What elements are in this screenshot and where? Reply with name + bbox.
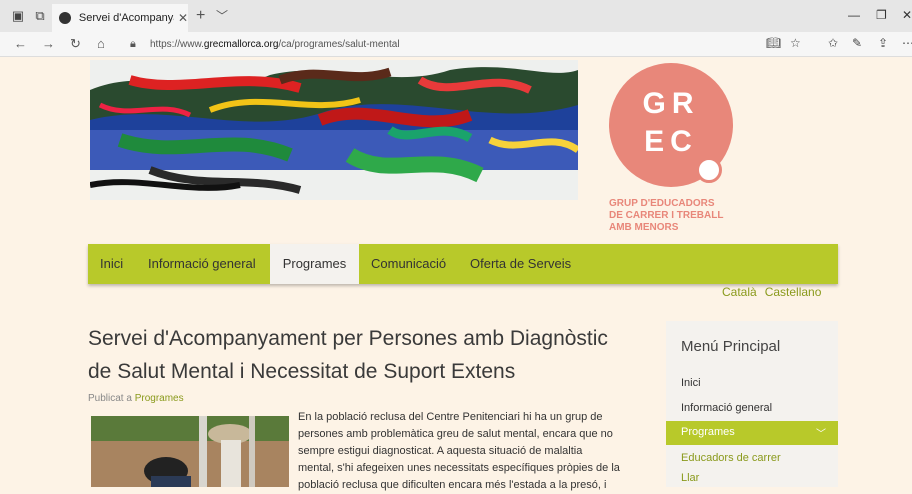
menu-item-inici[interactable]: Inici (100, 244, 123, 284)
chevron-down-icon[interactable]: ﹀ (816, 425, 826, 440)
new-tab-icon[interactable]: + (196, 7, 205, 25)
favorite-star-icon[interactable]: ☆ (790, 36, 801, 50)
reading-view-icon[interactable]: 📖︎ (766, 36, 781, 50)
logo-line-2: EC (644, 125, 698, 158)
chevron-down-icon[interactable]: ﹀ (216, 7, 228, 24)
menu-item-comunicacio[interactable]: Comunicació (371, 244, 446, 284)
browser-tab-bar: ▣ ⧉ Servei d'Acompanyame ✕ + ﹀ — ❐ ✕ (0, 0, 912, 32)
sidebar-title: Menú Principal (681, 338, 781, 355)
tab-title: Servei d'Acompanyame (78, 12, 174, 24)
sidebar-main-menu: Menú Principal Inici Informació general … (666, 321, 838, 487)
sidebar-item-inici[interactable]: Inici (681, 377, 701, 389)
minimize-icon[interactable]: — (848, 8, 860, 22)
site-favicon-icon (59, 12, 71, 24)
logo-dot-icon (696, 157, 722, 183)
menu-item-programes[interactable]: Programes (270, 244, 359, 284)
main-menu: Inici Informació general Programes Comun… (88, 244, 838, 284)
browser-tab[interactable]: Servei d'Acompanyame ✕ (52, 4, 188, 32)
sidebar-item-informacio-general[interactable]: Informació general (681, 402, 772, 414)
close-tab-icon[interactable]: ✕ (178, 11, 188, 25)
lock-icon: 🔒︎ (130, 37, 136, 50)
published-in: Publicat a Programes (88, 393, 184, 404)
set-aside-tabs-icon[interactable]: ⧉ (32, 8, 48, 24)
close-window-icon[interactable]: ✕ (902, 8, 912, 22)
share-icon[interactable]: ⇪ (878, 36, 888, 50)
article-body: En la població reclusa del Centre Penite… (298, 411, 620, 491)
header-banner-painting (90, 60, 578, 200)
language-catala[interactable]: Català (722, 285, 757, 299)
home-icon[interactable]: ⌂ (97, 36, 105, 51)
menu-item-oferta-de-serveis[interactable]: Oferta de Serveis (470, 244, 571, 284)
category-link[interactable]: Programes (135, 393, 184, 404)
language-castellano[interactable]: Castellano (765, 285, 822, 299)
back-icon[interactable]: ← (14, 36, 27, 51)
sidebar-subitem-llar[interactable]: Llar (681, 472, 699, 484)
more-icon[interactable]: ⋯ (902, 36, 912, 50)
forward-icon[interactable]: → (42, 36, 55, 51)
address-bar[interactable]: 🔒︎ https://www.grecmallorca.org/ca/progr… (130, 35, 810, 53)
sidebar-item-programes[interactable]: Programes ﹀ (666, 421, 838, 445)
page-title: Servei d'Acompanyament per Persones amb … (88, 327, 608, 383)
refresh-icon[interactable]: ↻ (70, 36, 81, 52)
url-text: https://www.grecmallorca.org/ca/programe… (150, 38, 400, 50)
restore-icon[interactable]: ❐ (876, 8, 887, 22)
sidebar-subitem-educadors-de-carrer[interactable]: Educadors de carrer (681, 452, 781, 464)
pen-icon[interactable]: ✎ (852, 36, 862, 50)
browser-nav-bar: ← → ↻ ⌂ 🔒︎ https://www.grecmallorca.org/… (0, 32, 912, 57)
language-switcher: Català Castellano (722, 285, 829, 299)
logo-tagline: GRUP D'EDUCADORS DE CARRER I TREBALL AMB… (609, 198, 724, 233)
tab-manager-icon[interactable]: ▣ (10, 8, 26, 24)
article-photo (91, 416, 289, 487)
logo-line-1: GR (642, 87, 700, 120)
menu-item-informacio-general[interactable]: Informació general (148, 244, 256, 284)
favorites-hub-icon[interactable]: ✩ (828, 36, 838, 50)
